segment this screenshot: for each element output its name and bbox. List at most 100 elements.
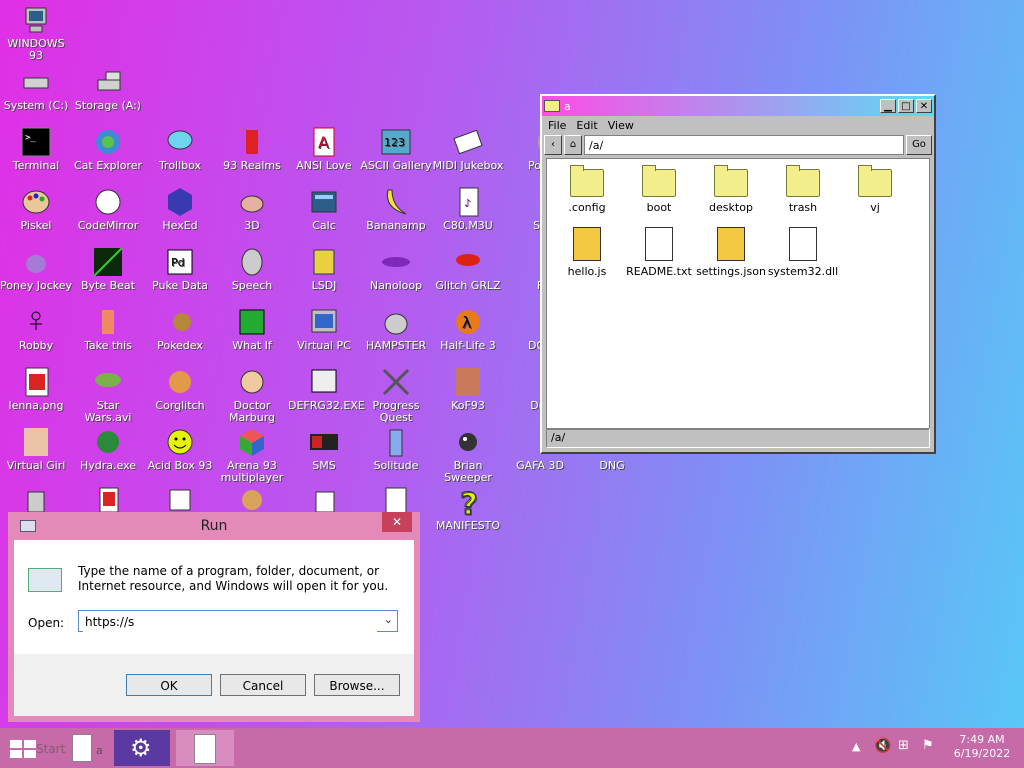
minimize-button[interactable]: ▁ [880, 99, 896, 113]
desktop-icon-half-life-3[interactable]: λ Half-Life 3 [432, 306, 504, 352]
bytebeat-icon [92, 246, 124, 278]
folder-config[interactable]: .config [551, 165, 623, 214]
desktop-icon-trollbox[interactable]: Trollbox [144, 126, 216, 172]
desktop-icon-nanoloop[interactable]: Nanoloop [360, 246, 432, 292]
menu-view[interactable]: View [608, 119, 634, 132]
desktop-icon-what-if[interactable]: What If [216, 306, 288, 352]
file-readme[interactable]: README.txt [623, 227, 695, 278]
volume-muted-icon[interactable]: 🔇 [874, 738, 891, 754]
taskbar-item-document[interactable] [176, 730, 234, 766]
file-system32-dll[interactable]: system32.dll [767, 227, 839, 278]
desktop-icon-defrg32[interactable]: DEFRG32.EXE [288, 366, 365, 412]
desktop-icon-hydra[interactable]: Hydra.exe [72, 426, 144, 472]
start-button[interactable]: Start [6, 734, 65, 762]
desktop-icon-storage-a[interactable]: Storage (A:) [72, 66, 144, 112]
folder-vj[interactable]: vj [839, 165, 911, 214]
run-open-label: Open: [28, 616, 65, 630]
folder-trash[interactable]: trash [767, 165, 839, 214]
desktop-icon-terminal[interactable]: >_ Terminal [0, 126, 72, 172]
desktop-icon-c80-m3u[interactable]: ♪ C80.M3U [432, 186, 504, 232]
file-area[interactable]: .config boot desktop trash vj hello.js R… [546, 158, 930, 430]
desktop-icon-robby[interactable]: Robby [0, 306, 72, 352]
folder-desktop[interactable]: desktop [695, 165, 767, 214]
desktop-icon-doctor-marburg[interactable]: Doctor Marburg [216, 366, 288, 424]
desktop-icon-windows93[interactable]: WINDOWS 93 [0, 4, 72, 62]
cat-explorer-icon [92, 126, 124, 158]
desktop-icon-corglitch[interactable]: Corglitch [144, 366, 216, 412]
desktop-icon-glitch-grlz[interactable]: Glitch GRLZ [432, 246, 504, 292]
browse-button[interactable]: Browse... [314, 674, 400, 696]
folder-boot[interactable]: boot [623, 165, 695, 214]
ok-button[interactable]: OK [126, 674, 212, 696]
desktop-icon-3d[interactable]: 3D [216, 186, 288, 232]
virtual-pc-icon [308, 306, 340, 338]
desktop-icon-progress-quest[interactable]: Progress Quest [360, 366, 432, 424]
desktop-icon-solitude[interactable]: Solitude [360, 426, 432, 472]
desktop-icon-virtual-pc[interactable]: Virtual PC [288, 306, 360, 352]
gear-icon: ⚙ [130, 734, 152, 762]
desktop-icon-speech[interactable]: Speech [216, 246, 288, 292]
question-icon: ? [452, 486, 484, 523]
explorer-titlebar[interactable]: a ▁ □ ✕ [542, 96, 934, 116]
menu-file[interactable]: File [548, 119, 566, 132]
desktop-icon-codemirror[interactable]: CodeMirror [72, 186, 144, 232]
ansi-icon: A [308, 126, 340, 158]
desktop-icon-93-realms[interactable]: 93 Realms [216, 126, 288, 172]
file-settings-json[interactable]: settings.json [695, 227, 767, 278]
network-icon[interactable]: ⊞ [898, 738, 909, 753]
run-open-input[interactable] [83, 612, 377, 632]
home-icon: ⌂ [569, 139, 577, 150]
desktop-icon-bananamp[interactable]: Bananamp [360, 186, 432, 232]
desktop-icon-byte-beat[interactable]: Byte Beat [72, 246, 144, 292]
explorer-menubar: File Edit View [542, 116, 934, 135]
desktop-icon-brian-sweeper[interactable]: Brian Sweeper [432, 426, 504, 484]
desktop-icon-lenna[interactable]: lenna.png [0, 366, 72, 412]
json-file-icon [717, 227, 745, 261]
desktop-icon-manifesto[interactable]: ? MANIFESTO [432, 486, 504, 532]
taskbar-item-settings[interactable]: ⚙ [114, 730, 170, 766]
go-button[interactable]: Go [906, 135, 932, 155]
chevron-down-icon[interactable]: ⌄ [384, 613, 393, 626]
path-input[interactable] [584, 135, 904, 155]
desktop-icon-kof93[interactable]: KoF93 [432, 366, 504, 412]
desktop-icon-sms[interactable]: SMS [288, 426, 360, 472]
desktop-icon-ansi-love[interactable]: A ANSI Love [288, 126, 360, 172]
desktop-icon-hampster[interactable]: HAMPSTER [360, 306, 432, 352]
desktop-icon-midi-jukebox[interactable]: MIDI Jukebox [432, 126, 504, 172]
clock[interactable]: 7:49 AM 6/19/2022 [944, 733, 1020, 761]
desktop-icon-take-this[interactable]: Take this [72, 306, 144, 352]
svg-text:A: A [318, 133, 329, 152]
run-title: Run [200, 518, 228, 534]
defrag-icon [308, 366, 340, 398]
close-button[interactable]: ✕ [916, 99, 932, 113]
tray-chevron-up-icon[interactable]: ▲ [852, 740, 860, 753]
desktop-icon-poney-jockey[interactable]: Poney Jockey [0, 246, 72, 292]
back-button[interactable]: ‹ [544, 135, 562, 155]
desktop-icon-virtual-girl[interactable]: Virtual Girl [0, 426, 72, 472]
cancel-button[interactable]: Cancel [220, 674, 306, 696]
desktop-icon-ascii-gallery[interactable]: 123 ASCII Gallery [360, 126, 432, 172]
desktop-icon-calc[interactable]: Calc [288, 186, 360, 232]
home-button[interactable]: ⌂ [564, 135, 582, 155]
desktop-icon-puke-data[interactable]: Pd Puke Data [144, 246, 216, 292]
desktop-icon-system-c[interactable]: System (C:) [0, 66, 72, 112]
desktop-icon-lsdj[interactable]: LSDJ [288, 246, 360, 292]
run-close-button[interactable]: ✕ [382, 512, 412, 532]
run-open-combobox[interactable]: ⌄ [78, 610, 398, 632]
maximize-button[interactable]: □ [898, 99, 914, 113]
desktop-icon-star-wars[interactable]: Star Wars.avi [72, 366, 144, 424]
desktop-icon-hexed[interactable]: HexEd [144, 186, 216, 232]
take-this-icon [92, 306, 124, 338]
desktop-icon-piskel[interactable]: Piskel [0, 186, 72, 232]
taskbar-item-explorer[interactable]: a [66, 730, 110, 766]
ascii-icon: 123 [380, 126, 412, 158]
desktop-icon-cat-explorer[interactable]: Cat Explorer [72, 126, 144, 172]
desktop-icon-acid-box-93[interactable]: Acid Box 93 [144, 426, 216, 472]
menu-edit[interactable]: Edit [576, 119, 597, 132]
flag-icon[interactable]: ⚑ [922, 738, 934, 753]
desktop-icon-arena-93[interactable]: Arena 93 multiplayer [216, 426, 288, 484]
desktop-icon-pokedex[interactable]: Pokedex [144, 306, 216, 352]
file-hello-js[interactable]: hello.js [551, 227, 623, 278]
drive-icon [20, 66, 52, 98]
run-titlebar[interactable]: Run ✕ [14, 512, 414, 540]
